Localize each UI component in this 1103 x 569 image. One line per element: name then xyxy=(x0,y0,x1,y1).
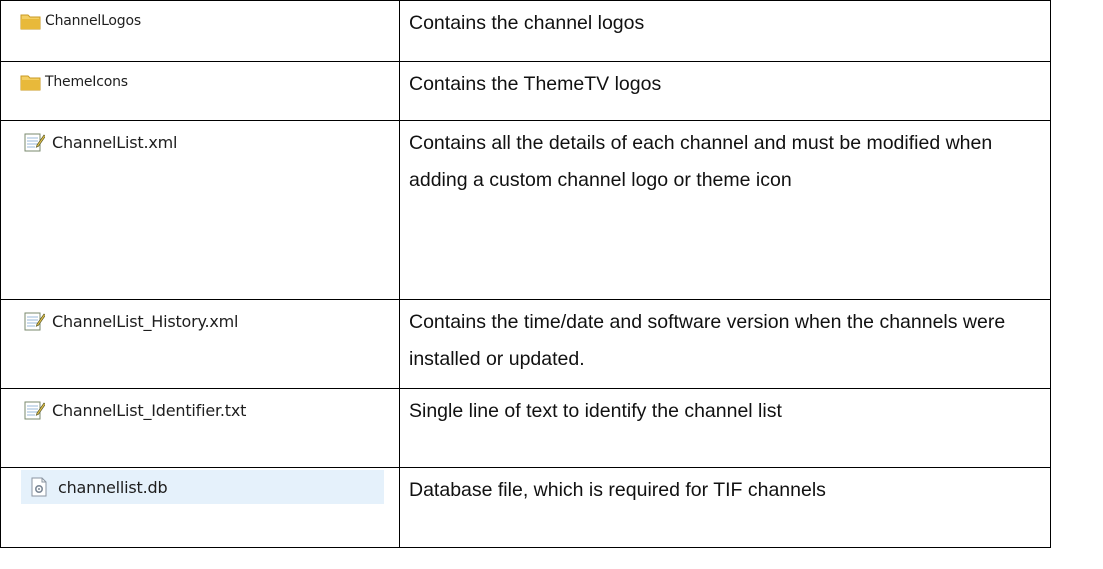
table-row: ChannelList_Identifier.txt Single line o… xyxy=(0,388,1051,468)
description: Single line of text to identify the chan… xyxy=(409,400,782,422)
file-name: ChannelList_History.xml xyxy=(52,311,239,331)
file-cell: channellist.db xyxy=(0,467,400,548)
file-cell: ChannelList_History.xml xyxy=(0,299,400,389)
table-row: ChannelLogos Contains the channel logos xyxy=(0,0,1051,62)
table-row: channellist.db Database file, which is r… xyxy=(0,467,1051,548)
description: Contains all the details of each channel… xyxy=(409,132,993,191)
table-row: ChannelList_History.xml Contains the tim… xyxy=(0,299,1051,389)
file-name: ThemeIcons xyxy=(45,74,128,90)
settings-file-icon xyxy=(29,477,51,497)
description-cell: Contains the channel logos xyxy=(399,0,1051,62)
notepad-file-icon xyxy=(23,400,45,420)
description: Contains the time/date and software vers… xyxy=(409,311,1006,370)
file-cell: ChannelList.xml xyxy=(0,120,400,300)
folder-icon xyxy=(20,11,42,31)
file-name: ChannelList.xml xyxy=(52,132,178,152)
description-cell: Contains all the details of each channel… xyxy=(399,120,1051,300)
folder-item-channellogos[interactable]: ChannelLogos xyxy=(20,10,141,32)
file-cell: ThemeIcons xyxy=(0,61,400,121)
notepad-file-icon xyxy=(23,311,45,331)
file-item-channellist-history-xml[interactable]: ChannelList_History.xml xyxy=(23,310,238,332)
notepad-file-icon xyxy=(23,132,45,152)
table-row: ChannelList.xml Contains all the details… xyxy=(0,120,1051,300)
description-cell: Contains the ThemeTV logos xyxy=(399,61,1051,121)
file-name: channellist.db xyxy=(58,477,168,497)
file-description-table: ChannelLogos Contains the channel logos … xyxy=(0,0,1051,548)
description: Contains the ThemeTV logos xyxy=(409,73,662,95)
file-item-channellist-xml[interactable]: ChannelList.xml xyxy=(23,131,177,153)
description: Database file, which is required for TIF… xyxy=(409,479,826,501)
description: Contains the channel logos xyxy=(409,12,645,34)
file-cell: ChannelList_Identifier.txt xyxy=(0,388,400,468)
file-item-channellist-identifier-txt[interactable]: ChannelList_Identifier.txt xyxy=(23,399,246,421)
folder-icon xyxy=(20,72,42,92)
folder-item-themeicons[interactable]: ThemeIcons xyxy=(20,71,128,93)
description-cell: Database file, which is required for TIF… xyxy=(399,467,1051,548)
file-name: ChannelList_Identifier.txt xyxy=(52,400,247,420)
file-item-channellist-db[interactable]: channellist.db xyxy=(21,470,384,504)
description-cell: Contains the time/date and software vers… xyxy=(399,299,1051,389)
file-cell: ChannelLogos xyxy=(0,0,400,62)
table-row: ThemeIcons Contains the ThemeTV logos xyxy=(0,61,1051,121)
file-name: ChannelLogos xyxy=(45,13,141,29)
description-cell: Single line of text to identify the chan… xyxy=(399,388,1051,468)
